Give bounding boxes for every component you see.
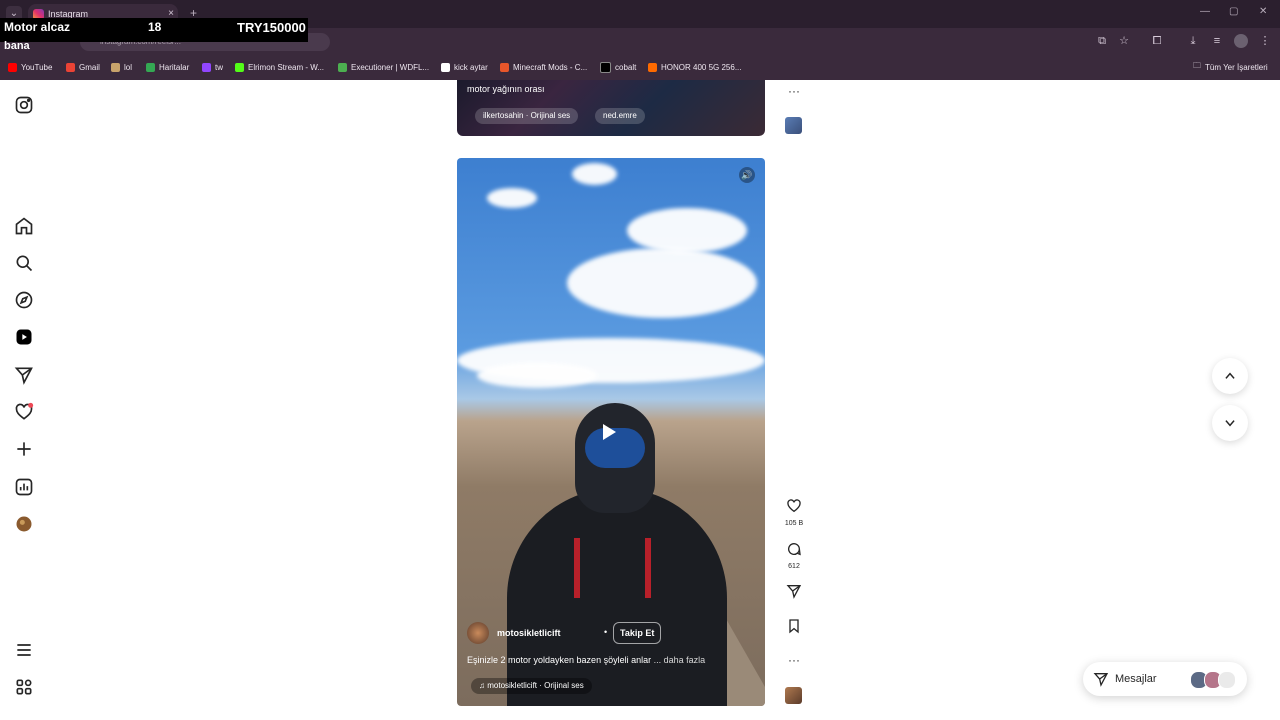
previous-reel[interactable]: motor yağının orası ilkertosahin · Oriji… [457,80,765,136]
overlay-age: 18 [148,20,162,34]
messages-button[interactable]: Mesajlar [1083,662,1247,696]
profile-avatar[interactable] [1234,34,1248,48]
bookmark-executioner[interactable]: Executioner | WDFL... [338,60,429,74]
profile-avatar[interactable] [14,514,34,534]
bookmark-kick-aytar[interactable]: kick aytar [441,60,488,74]
reel-audio[interactable]: ♫ motosikletlicift · Orijinal ses [471,678,592,694]
create-plus-icon[interactable] [14,439,34,459]
install-app-icon[interactable]: ⧉ [1095,34,1109,48]
home-icon[interactable] [14,216,34,236]
shield-icon [338,62,347,72]
previous-audio-thumbnail[interactable] [785,117,802,134]
cloud [572,163,617,185]
bookmarks-folder[interactable]: 🗀 Tüm Yer İşaretleri [1193,60,1268,74]
bookmark-lol[interactable]: lol [111,60,132,74]
audio-thumbnail[interactable] [785,687,802,704]
kick-diamond-icon [441,62,450,72]
save-button[interactable] [784,618,804,639]
bookmark-honor[interactable]: HONOR 400 5G 256... [648,60,741,74]
like-count: 105 B [784,520,804,527]
cloud [567,248,757,318]
reel-video[interactable]: 🔊 motosikletlicift • Takip Et Eşinizle 2… [457,158,765,706]
minimize-button[interactable]: — [1200,6,1210,17]
bookmark-star-icon[interactable]: ☆ [1117,34,1131,48]
bookmark-gmail[interactable]: Gmail [66,60,100,74]
kick-icon [235,62,244,72]
message-avatar [1218,671,1236,689]
bookmark-tw[interactable]: tw [202,60,223,74]
youtube-icon [8,62,17,72]
separator-dot: • [604,627,608,637]
explore-compass-icon[interactable] [14,290,34,310]
maximize-button[interactable]: ▢ [1229,6,1238,17]
overlay-text-1: Motor alcaz [4,20,71,34]
previous-reel-audio[interactable]: ilkertosahin · Orijinal ses [475,108,579,124]
comment-icon [788,543,801,556]
search-icon[interactable] [14,253,34,273]
extensions-icon[interactable]: ⧠ [1150,34,1164,48]
menu-kebab-icon[interactable]: ⋮ [1258,34,1272,48]
curseforge-icon [500,62,509,72]
messages-send-icon[interactable] [14,365,34,385]
dashboard-chart-icon[interactable] [14,477,34,497]
audio-mute-icon[interactable]: 🔊 [739,167,755,183]
bookmark-elrimon[interactable]: Elrimon Stream - W... [235,60,324,74]
bookmark-icon [789,619,799,634]
comment-count: 612 [788,563,800,570]
previous-reel-caption: motor yağının orası [467,84,545,94]
cloud [627,208,747,253]
folder-icon: 🗀 [1193,61,1201,70]
chevron-down-icon [1225,420,1235,427]
like-button[interactable]: 105 B [784,498,804,527]
previous-more-options-icon[interactable]: ··· [784,84,804,98]
bookmark-youtube[interactable]: YouTube [8,60,52,74]
media-control-icon[interactable]: ≡ [1210,34,1224,48]
more-options-icon[interactable]: ··· [784,653,804,667]
more-caption-link[interactable]: ... daha fazla [654,655,706,665]
bookmark-minecraft[interactable]: Minecraft Mods - C... [500,60,587,74]
previous-reel-tag[interactable]: ned.emre [595,108,645,124]
heart-icon [787,499,801,513]
bookmarks-bar: YouTube Gmail lol Haritalar tw Elrimon S… [0,58,1280,76]
cloud [477,363,597,388]
twitch-icon [202,62,211,72]
bookmark-cobalt[interactable]: cobalt [600,60,636,74]
follow-button[interactable]: Takip Et [613,622,662,644]
download-icon[interactable]: ⤓ [1186,34,1200,48]
previous-reel-button[interactable] [1212,358,1248,394]
close-window-button[interactable]: ✕ [1259,6,1267,17]
hb-icon [648,62,657,72]
instagram-logo-icon[interactable] [14,95,34,115]
maps-icon [146,62,155,72]
gmail-icon [66,62,75,72]
reel-caption: Eşinizle 2 motor yoldayken bazen şöyleli… [467,655,706,665]
next-reel-button[interactable] [1212,405,1248,441]
overlay-amount: TRY150000 [237,20,306,35]
reel-username[interactable]: motosikletlicift [497,628,561,638]
overlay-text-2: bana [4,40,30,52]
cloud [487,188,537,208]
messages-label: Mesajlar [1115,673,1157,685]
lol-icon [111,62,120,72]
play-icon[interactable] [603,424,616,440]
reels-icon[interactable] [14,327,34,347]
send-icon [1093,673,1109,687]
cobalt-icon [600,61,611,73]
share-button[interactable] [784,583,804,604]
reel-author-avatar[interactable] [467,622,489,644]
more-menu-icon[interactable] [14,640,34,660]
share-send-icon [786,585,802,599]
notifications-heart-icon[interactable] [14,402,34,422]
jacket-stripe [574,538,580,598]
also-from-meta-icon[interactable] [14,677,34,697]
jacket-stripe [645,538,651,598]
chevron-up-icon [1225,372,1235,379]
comment-button[interactable]: 612 [784,541,804,570]
rider-jacket [507,488,727,706]
bookmark-haritalar[interactable]: Haritalar [146,60,189,74]
